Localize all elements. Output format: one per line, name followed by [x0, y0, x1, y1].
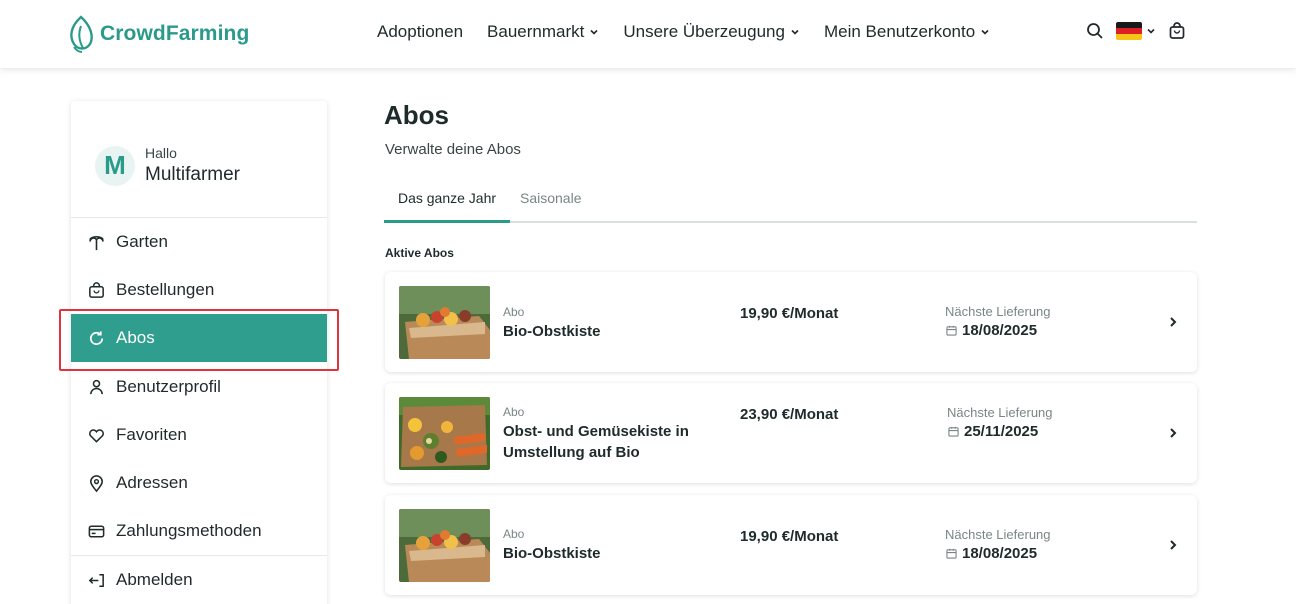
next-delivery-date-text: 18/08/2025 — [962, 322, 1038, 339]
sidebar-item-garten[interactable]: Garten — [71, 218, 327, 266]
subscription-card[interactable]: Abo Obst- und Gemüsekiste in Umstellung … — [385, 383, 1197, 483]
subscription-kind: Abo — [503, 405, 525, 419]
nav-item-adoptionen[interactable]: Adoptionen — [377, 22, 463, 42]
germany-flag-icon — [1116, 22, 1142, 40]
calendar-icon — [948, 426, 959, 437]
sidebar-item-label: Adressen — [116, 473, 188, 492]
tab-das-ganze-jahr[interactable]: Das ganze Jahr — [384, 190, 510, 223]
palm-tree-icon — [89, 235, 104, 250]
brand-name: CrowdFarming — [100, 22, 250, 45]
nav-item-bauernmarkt[interactable]: Bauernmarkt — [487, 22, 599, 42]
crowdfarming-logo[interactable]: CrowdFarming — [66, 14, 249, 54]
logout-icon — [88, 573, 104, 587]
subscription-price: 19,90 €/Monat — [740, 305, 839, 322]
fruit-box-image — [399, 286, 490, 359]
subscription-card[interactable]: Abo Bio-Obstkiste 19,90 €/Monat Nächste … — [385, 272, 1197, 372]
credit-card-icon — [88, 525, 105, 537]
sidebar-item-label: Bestellungen — [116, 280, 215, 299]
active-item-highlight — [59, 309, 339, 371]
greeting-text: Hallo — [145, 145, 177, 161]
subscription-kind: Abo — [503, 527, 525, 541]
chevron-down-icon — [791, 29, 799, 35]
chevron-down-icon — [981, 29, 989, 35]
next-delivery-date-text: 18/08/2025 — [962, 545, 1038, 562]
location-pin-icon — [90, 474, 103, 492]
leaf-logo-icon — [70, 15, 93, 53]
vegetable-box-image — [399, 397, 490, 470]
tab-saisonale[interactable]: Saisonale — [520, 190, 582, 206]
shopping-bag-icon[interactable] — [1168, 22, 1186, 40]
main-nav: Adoptionen Bauernmarkt Unsere Überzeugun… — [377, 22, 1014, 42]
user-greeting: M Hallo Multifarmer — [95, 145, 240, 186]
subscription-kind: Abo — [503, 305, 525, 319]
heart-icon — [89, 428, 104, 443]
nav-item-benutzerkonto[interactable]: Mein Benutzerkonto — [824, 22, 990, 42]
sidebar-item-label: Favoriten — [116, 425, 187, 444]
chevron-right-icon — [1170, 540, 1177, 550]
search-icon[interactable] — [1086, 22, 1104, 40]
sidebar-item-adressen[interactable]: Adressen — [71, 459, 327, 507]
logout-label: Abmelden — [116, 570, 193, 589]
sidebar-item-label: Benutzerprofil — [116, 377, 221, 396]
bag-icon — [89, 281, 104, 298]
next-delivery-label: Nächste Lieferung — [945, 527, 1051, 542]
subscription-name: Bio-Obstkiste — [503, 545, 601, 562]
chevron-right-icon — [1170, 317, 1177, 327]
sidebar-item-zahlungsmethoden[interactable]: Zahlungsmethoden — [71, 507, 327, 555]
user-icon — [90, 379, 103, 394]
page-subtitle: Verwalte deine Abos — [385, 141, 521, 158]
nav-item-label: Bauernmarkt — [487, 22, 585, 41]
subscription-card[interactable]: Abo Bio-Obstkiste 19,90 €/Monat Nächste … — [385, 495, 1197, 595]
chevron-down-icon — [590, 29, 598, 35]
top-navbar: CrowdFarming Adoptionen Bauernmarkt Unse… — [0, 0, 1296, 68]
subscription-name: Obst- und Gemüsekiste in Umstellung auf … — [503, 423, 689, 461]
nav-item-label: Unsere Überzeugung — [623, 22, 785, 41]
header-icons — [1086, 22, 1186, 40]
chevron-down-icon — [1147, 28, 1155, 34]
section-title: Aktive Abos — [385, 246, 454, 260]
next-delivery-date-text: 25/11/2025 — [964, 423, 1039, 440]
next-delivery-label: Nächste Lieferung — [947, 405, 1053, 420]
logout-button[interactable]: Abmelden — [71, 556, 327, 604]
sidebar-item-label: Zahlungsmethoden — [116, 521, 262, 540]
page-title: Abos — [384, 100, 449, 130]
chevron-right-icon — [1170, 428, 1177, 438]
user-name: Multifarmer — [145, 164, 241, 185]
next-delivery-date: 25/11/2025 — [948, 423, 1038, 440]
sidebar-item-bestellungen[interactable]: Bestellungen — [71, 266, 327, 314]
nav-item-label: Adoptionen — [377, 22, 464, 41]
subscription-price: 23,90 €/Monat — [740, 406, 839, 423]
calendar-icon — [946, 325, 957, 336]
subscription-tabs: Das ganze Jahr Saisonale — [384, 182, 1197, 223]
next-delivery-label: Nächste Lieferung — [945, 304, 1051, 319]
language-selector[interactable] — [1116, 22, 1156, 40]
subscription-price: 19,90 €/Monat — [740, 528, 839, 545]
subscription-name: Bio-Obstkiste — [503, 323, 601, 340]
sidebar-item-favoriten[interactable]: Favoriten — [71, 411, 327, 459]
next-delivery-date: 18/08/2025 — [946, 322, 1037, 339]
next-delivery-date: 18/08/2025 — [946, 545, 1037, 562]
avatar: M — [95, 145, 135, 186]
sidebar-item-label: Garten — [116, 232, 168, 251]
nav-item-ueberzeugung[interactable]: Unsere Überzeugung — [623, 22, 800, 42]
nav-item-label: Mein Benutzerkonto — [823, 22, 976, 41]
fruit-box-image — [399, 509, 490, 582]
calendar-icon — [946, 548, 957, 559]
